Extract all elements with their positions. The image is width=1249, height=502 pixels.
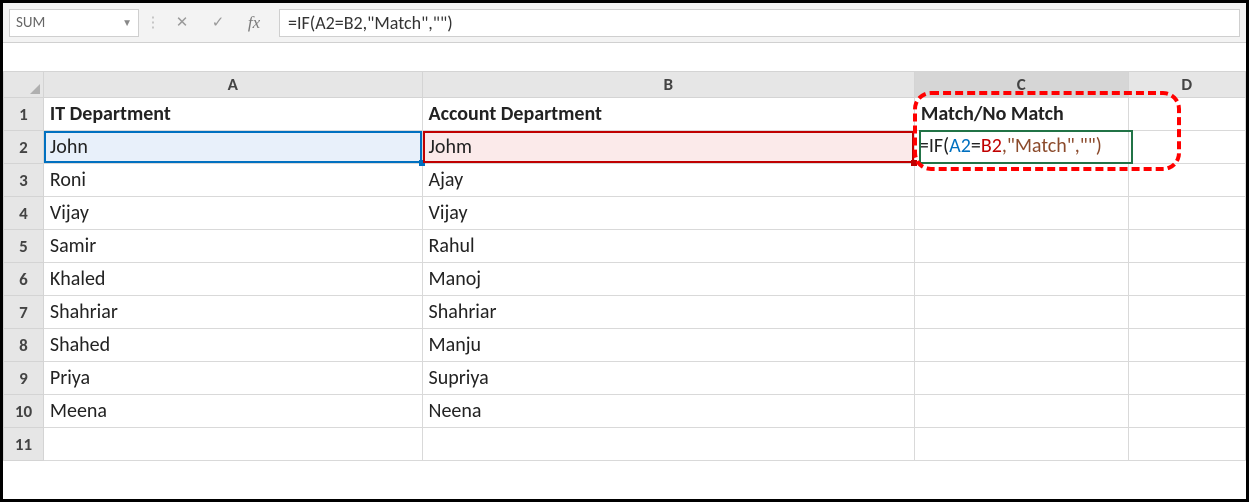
- table-row: 10MeenaNeena: [4, 395, 1246, 428]
- cell-A9[interactable]: Priya: [43, 362, 422, 395]
- cell-D6[interactable]: [1128, 263, 1245, 296]
- cell-B6[interactable]: Manoj: [422, 263, 914, 296]
- row-header[interactable]: 6: [4, 263, 44, 296]
- table-row: 8ShahedManju: [4, 329, 1246, 362]
- select-all-corner[interactable]: [4, 72, 44, 98]
- cell-B7[interactable]: Shahriar: [422, 296, 914, 329]
- cell-A5[interactable]: Samir: [43, 230, 422, 263]
- cell-A1[interactable]: IT Department: [43, 98, 422, 131]
- row-header[interactable]: 7: [4, 296, 44, 329]
- cell-D5[interactable]: [1128, 230, 1245, 263]
- row-header[interactable]: 4: [4, 197, 44, 230]
- cell-C4[interactable]: [914, 197, 1128, 230]
- cell-B2[interactable]: Johm: [422, 131, 914, 164]
- cell-B9[interactable]: Supriya: [422, 362, 914, 395]
- row-header[interactable]: 1: [4, 98, 44, 131]
- col-header-B[interactable]: B: [422, 72, 914, 98]
- table-row: 11: [4, 428, 1246, 461]
- cell-D9[interactable]: [1128, 362, 1245, 395]
- row-header[interactable]: 5: [4, 230, 44, 263]
- col-header-D[interactable]: D: [1128, 72, 1245, 98]
- row-header[interactable]: 9: [4, 362, 44, 395]
- cell-D3[interactable]: [1128, 164, 1245, 197]
- cell-D7[interactable]: [1128, 296, 1245, 329]
- chevron-down-icon: ▼: [122, 16, 132, 29]
- worksheet[interactable]: A B C D 1 IT Department Account Departme…: [3, 43, 1246, 461]
- row-header[interactable]: 10: [4, 395, 44, 428]
- cell-A6[interactable]: Khaled: [43, 263, 422, 296]
- cell-A2[interactable]: John: [43, 131, 422, 164]
- cell-A10[interactable]: Meena: [43, 395, 422, 428]
- cell-C10[interactable]: [914, 395, 1128, 428]
- table-row: 5SamirRahul: [4, 230, 1246, 263]
- name-box-value: SUM: [16, 14, 45, 32]
- row-header[interactable]: 2: [4, 131, 44, 164]
- cell-C2[interactable]: =IF(A2=B2,"Match",""): [914, 131, 1128, 164]
- cell-A4[interactable]: Vijay: [43, 197, 422, 230]
- cell-B10[interactable]: Neena: [422, 395, 914, 428]
- cell-C3[interactable]: [914, 164, 1128, 197]
- table-row: 7ShahriarShahriar: [4, 296, 1246, 329]
- cell-B4[interactable]: Vijay: [422, 197, 914, 230]
- cell-B3[interactable]: Ajay: [422, 164, 914, 197]
- cell-A11[interactable]: [43, 428, 422, 461]
- cell-C5[interactable]: [914, 230, 1128, 263]
- cell-B11[interactable]: [422, 428, 914, 461]
- cell-C11[interactable]: [914, 428, 1128, 461]
- table-row: 2 John Johm =IF(A2=B2,"Match",""): [4, 131, 1246, 164]
- fx-icon[interactable]: fx: [239, 9, 269, 37]
- cell-C8[interactable]: [914, 329, 1128, 362]
- table-row: 1 IT Department Account Department Match…: [4, 98, 1246, 131]
- cell-A7[interactable]: Shahriar: [43, 296, 422, 329]
- cell-A3[interactable]: Roni: [43, 164, 422, 197]
- cell-B5[interactable]: Rahul: [422, 230, 914, 263]
- cell-C6[interactable]: [914, 263, 1128, 296]
- row-header[interactable]: 3: [4, 164, 44, 197]
- table-row: 6KhaledManoj: [4, 263, 1246, 296]
- table-row: 9PriyaSupriya: [4, 362, 1246, 395]
- cell-D11[interactable]: [1128, 428, 1245, 461]
- cell-D4[interactable]: [1128, 197, 1245, 230]
- table-row: 4VijayVijay: [4, 197, 1246, 230]
- cell-D1[interactable]: [1128, 98, 1245, 131]
- cell-A8[interactable]: Shahed: [43, 329, 422, 362]
- grid: A B C D 1 IT Department Account Departme…: [3, 71, 1246, 461]
- cell-D10[interactable]: [1128, 395, 1245, 428]
- cell-D2[interactable]: [1128, 131, 1245, 164]
- cell-C7[interactable]: [914, 296, 1128, 329]
- cell-B8[interactable]: Manju: [422, 329, 914, 362]
- cancel-icon[interactable]: ✕: [167, 9, 197, 37]
- formula-input[interactable]: =IF(A2=B2,"Match",""): [279, 9, 1240, 37]
- formula-text: =IF(A2=B2,"Match",""): [288, 12, 453, 34]
- enter-icon[interactable]: ✓: [203, 9, 233, 37]
- cell-B1[interactable]: Account Department: [422, 98, 914, 131]
- col-header-C[interactable]: C: [914, 72, 1128, 98]
- cell-D8[interactable]: [1128, 329, 1245, 362]
- cell-C9[interactable]: [914, 362, 1128, 395]
- separator: ⋮: [145, 13, 161, 32]
- name-box[interactable]: SUM ▼: [9, 9, 139, 37]
- cell-C1[interactable]: Match/No Match: [914, 98, 1128, 131]
- row-header[interactable]: 8: [4, 329, 44, 362]
- row-header[interactable]: 11: [4, 428, 44, 461]
- col-header-A[interactable]: A: [43, 72, 422, 98]
- formula-bar: SUM ▼ ⋮ ✕ ✓ fx =IF(A2=B2,"Match",""): [3, 3, 1246, 43]
- table-row: 3RoniAjay: [4, 164, 1246, 197]
